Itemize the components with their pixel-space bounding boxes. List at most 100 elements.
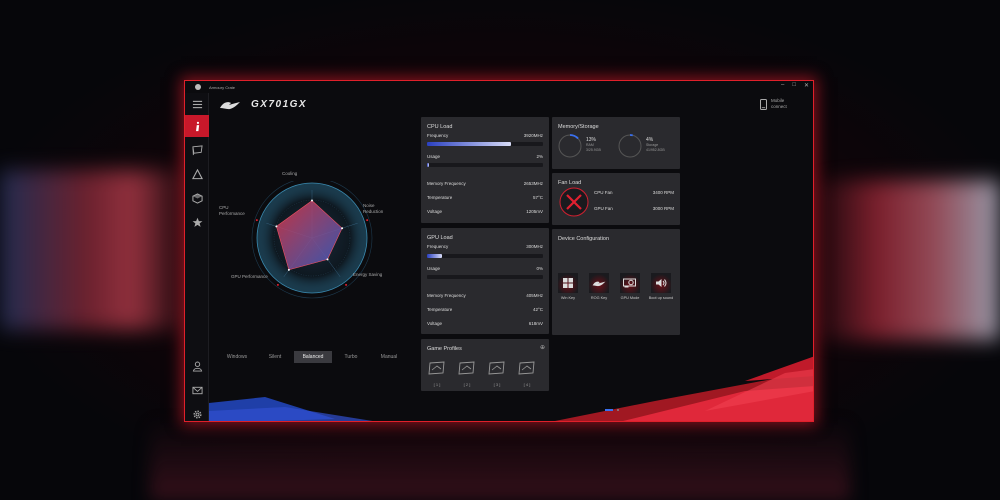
fan-load-card: Fan Load CPU Fan 3400 RPM GPU Fan 3000 RPM [552, 173, 680, 225]
gpu-voltage-label: Voltage [427, 321, 443, 326]
game-profile-label: [ 3 ] [493, 382, 501, 387]
ram-ring [558, 134, 582, 158]
cpu-usage-label: Usage [427, 154, 441, 159]
profile-card-icon [488, 361, 505, 375]
device-item-rog-key[interactable]: ROG Key [585, 273, 613, 300]
cpu-voltage-label: Voltage [427, 209, 443, 214]
flag-icon [191, 144, 203, 155]
close-icon[interactable]: ✕ [804, 82, 809, 89]
game-profiles-card: Game Profiles ⊕ [ 1 ] [ 2 ] [ 3 ] [ 4 ] [421, 339, 549, 391]
device-configuration-card: Device Configuration Win Key ROG Key GPU M… [552, 229, 680, 335]
sidebar-item-user[interactable] [185, 355, 209, 377]
radar-marker-energy-saving [345, 283, 348, 286]
fan-icon [559, 187, 589, 217]
cpu-temp-value: 57°C [532, 195, 543, 200]
star-icon [192, 217, 202, 227]
sidebar-item-menu[interactable] [185, 93, 209, 115]
ram-readout: 13% RAM 3/25.9GB [586, 137, 601, 152]
triangle-icon [191, 168, 203, 179]
hamburger-menu-icon [192, 100, 202, 108]
radar-label-gpu-performance: GPU Performance [231, 274, 268, 279]
radar-point-noise-reduction [341, 227, 344, 230]
page-indicator-active[interactable] [605, 409, 613, 411]
mode-balanced[interactable]: Balanced [294, 351, 332, 363]
gpu-mem-freq-label: Memory Frequency [427, 293, 466, 298]
window-controls: – □ ✕ [781, 82, 809, 89]
sidebar-item-settings[interactable] [185, 403, 209, 421]
gpu-fan-label: GPU Fan [594, 206, 613, 211]
maximize-icon[interactable]: □ [792, 82, 796, 89]
game-profile-slot[interactable]: [ 1 ] [427, 361, 447, 387]
model-name: GX701GX [251, 99, 308, 110]
cpu-usage-bar [427, 163, 543, 167]
brand-header: GX701GX [219, 99, 307, 110]
profile-card-icon [518, 361, 535, 375]
info-icon [195, 121, 199, 131]
windows-key-icon [558, 273, 578, 293]
game-profile-slot[interactable]: [ 2 ] [457, 361, 477, 387]
sidebar-item-featured[interactable] [185, 211, 209, 233]
gpu-card-title: GPU Load [427, 235, 453, 241]
radar-point-cooling [311, 199, 313, 202]
game-profile-slot[interactable]: [ 4 ] [517, 361, 537, 387]
mode-manual[interactable]: Manual [370, 351, 408, 363]
cpu-card-title: CPU Load [427, 124, 453, 130]
sidebar [185, 93, 209, 421]
sidebar-item-device[interactable] [185, 187, 209, 209]
gpu-frequency-label: Frequency [427, 244, 449, 249]
cpu-voltage-value: 1205mV [526, 209, 543, 214]
radar-marker-noise-reduction [366, 219, 369, 222]
device-item-gpu-mode[interactable]: GPU Mode [616, 273, 644, 300]
radar-point-cpu-performance [275, 225, 278, 228]
app-title: Armoury Crate [209, 84, 236, 90]
device-item-label: Win Key [560, 296, 576, 300]
operating-mode-selector: Windows Silent Balanced Turbo Manual [218, 351, 408, 363]
memory-storage-card: Memory/Storage 13% RAM 3/25.9GB 4% Stora… [552, 117, 680, 169]
game-profiles-title: Game Profiles [427, 346, 462, 352]
box-icon [191, 192, 203, 204]
sidebar-item-system[interactable] [185, 139, 209, 161]
mail-icon [191, 386, 203, 394]
mode-turbo[interactable]: Turbo [332, 351, 370, 363]
cpu-frequency-label: Frequency [427, 133, 449, 138]
gpu-usage-bar [427, 275, 543, 279]
add-profile-icon[interactable]: ⊕ [540, 344, 545, 351]
radar-label-noise-reduction: Noise Reduction [363, 203, 384, 214]
rog-key-icon [589, 273, 609, 293]
gpu-frequency-bar-fill [427, 254, 443, 258]
cpu-mem-freq-label: Memory Frequency [427, 181, 466, 186]
page-indicator-dot[interactable] [617, 409, 619, 411]
gear-icon [192, 409, 202, 419]
radar-label-cpu-performance: CPU Performance [219, 205, 245, 216]
game-profile-slot[interactable]: [ 3 ] [487, 361, 507, 387]
sidebar-item-news[interactable] [185, 379, 209, 401]
mode-windows[interactable]: Windows [218, 351, 256, 363]
mode-silent[interactable]: Silent [256, 351, 294, 363]
profile-card-icon [458, 361, 475, 375]
sidebar-item-home[interactable] [185, 115, 209, 137]
gpu-usage-label: Usage [427, 266, 441, 271]
device-item-label: ROG Key [590, 296, 608, 300]
device-item-win-key[interactable]: Win Key [554, 273, 582, 300]
storage-detail: 41/952.8GB [646, 147, 665, 152]
cpu-temp-label: Temperature [427, 195, 453, 200]
minimize-icon[interactable]: – [781, 82, 784, 89]
performance-radar: Cooling Noise Reduction Energy Saving GP… [215, 171, 415, 416]
gpu-card-icon [620, 273, 640, 293]
app-logo-icon [195, 84, 201, 90]
cpu-usage-value: 2% [536, 154, 543, 159]
phone-icon [760, 98, 767, 110]
cpu-fan-rpm: 3400 RPM [652, 190, 674, 195]
gpu-usage-value: 0% [536, 266, 543, 271]
game-profile-label: [ 1 ] [433, 382, 441, 387]
sidebar-item-aura[interactable] [185, 163, 209, 185]
app-window: Armoury Crate – □ ✕ GX701GX Mobile conne… [184, 80, 814, 422]
mobile-connect-label: Mobile connect [771, 98, 787, 109]
device-item-boot-up-sound[interactable]: Boot up sound [647, 273, 675, 300]
gpu-temp-label: Temperature [427, 307, 453, 312]
mobile-connect[interactable]: Mobile connect [760, 98, 793, 110]
radar-marker-cpu-performance [255, 219, 258, 222]
device-card-title: Device Configuration [558, 236, 610, 242]
radar-label-cooling: Cooling [282, 171, 298, 176]
radar-marker-gpu-performance [276, 283, 279, 286]
